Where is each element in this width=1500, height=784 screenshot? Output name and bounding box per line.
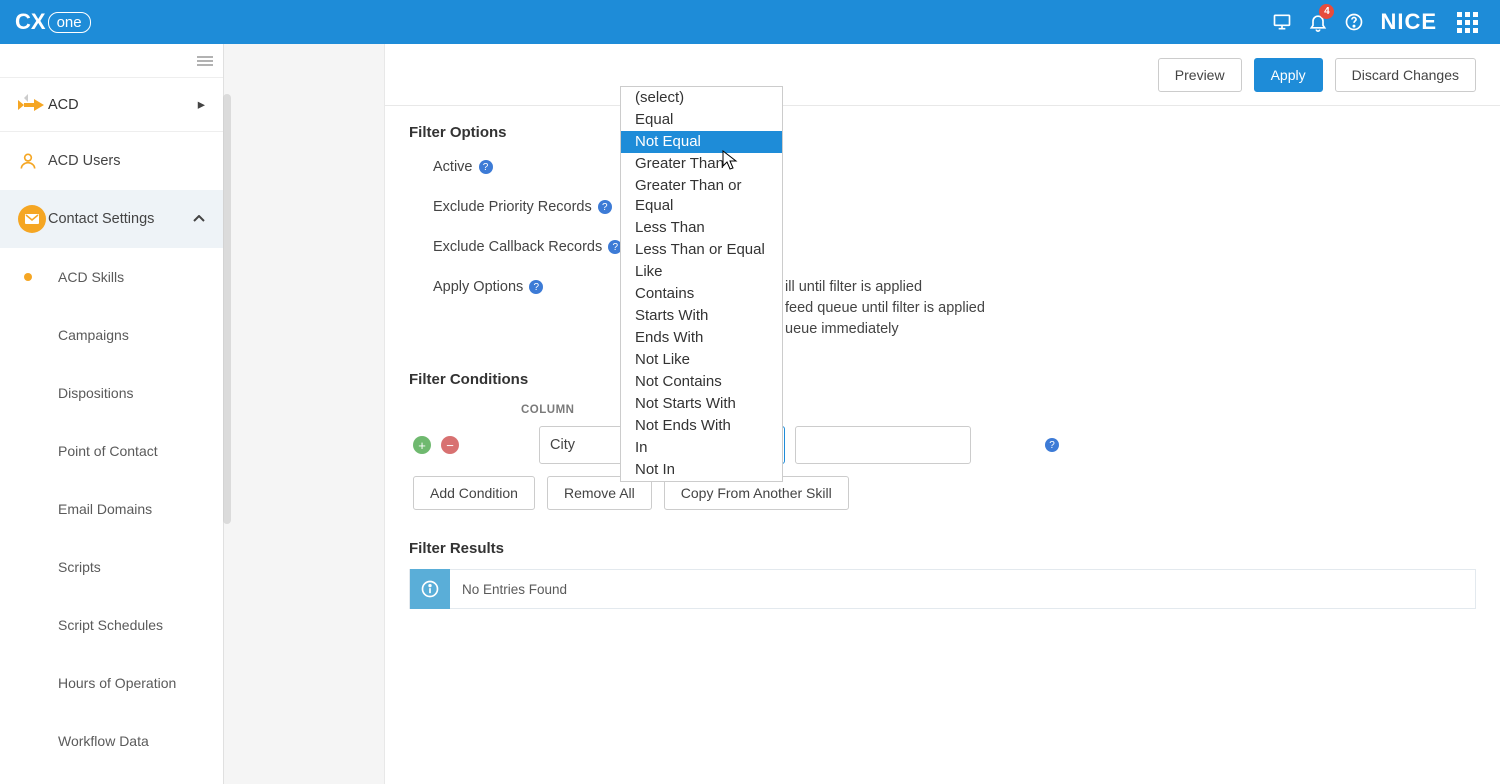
filter-options-title: Filter Options xyxy=(409,124,1476,141)
dropdown-option[interactable]: Not In xyxy=(621,459,782,481)
option-apply-options: Apply Options ? xyxy=(409,273,1476,367)
sidebar-scrollbar[interactable] xyxy=(223,94,231,524)
option-active: Active ? xyxy=(409,153,1476,193)
nav-contact-settings-label: Contact Settings xyxy=(48,211,154,227)
filter-results-box: No Entries Found xyxy=(409,569,1476,609)
nav-sub-scripts[interactable]: Scripts xyxy=(0,538,223,596)
help-icon[interactable]: ? xyxy=(1045,438,1059,452)
chevron-right-icon: ▸ xyxy=(198,97,205,113)
nav-contact-settings[interactable]: Contact Settings xyxy=(0,190,223,248)
dropdown-option[interactable]: Not Contains xyxy=(621,371,782,393)
notifications-icon[interactable]: 4 xyxy=(1300,0,1336,44)
filter-conditions-title: Filter Conditions xyxy=(409,371,1476,388)
top-actions: Preview Apply Discard Changes xyxy=(385,44,1500,106)
help-icon[interactable]: ? xyxy=(529,280,543,294)
no-entries-message: No Entries Found xyxy=(450,582,567,597)
notification-badge: 4 xyxy=(1319,4,1334,19)
discard-changes-button[interactable]: Discard Changes xyxy=(1335,58,1476,92)
apps-grid-icon[interactable] xyxy=(1449,0,1485,44)
logo-cxone[interactable]: CXone xyxy=(15,9,91,35)
add-row-button[interactable]: + xyxy=(413,436,431,454)
option-exclude-callback: Exclude Callback Records ? xyxy=(409,233,1476,273)
apply-option-2-partial: feed queue until filter is applied xyxy=(785,300,985,316)
filter-results-title: Filter Results xyxy=(409,540,1476,557)
remove-row-button[interactable]: − xyxy=(441,436,459,454)
dropdown-option[interactable]: Not Equal xyxy=(621,131,782,153)
dropdown-option[interactable]: Less Than or Equal xyxy=(621,239,782,261)
nav-sub-workflow-data[interactable]: Workflow Data xyxy=(0,712,223,770)
dropdown-option[interactable]: Contains xyxy=(621,283,782,305)
apply-button[interactable]: Apply xyxy=(1254,58,1323,92)
dropdown-option[interactable]: Greater Than xyxy=(621,153,782,175)
nav-sub-point-of-contact[interactable]: Point of Contact xyxy=(0,422,223,480)
nav-acd-users[interactable]: ACD Users xyxy=(0,132,223,190)
dropdown-option[interactable]: Equal xyxy=(621,109,782,131)
nav-sub-acd-skills[interactable]: ACD Skills xyxy=(0,248,223,306)
condition-row: + − City (select) xyxy=(409,422,1476,474)
brand-nice: NICE xyxy=(1380,9,1437,35)
nav-sub-hours-of-operation[interactable]: Hours of Operation xyxy=(0,654,223,712)
nav-acd-label: ACD xyxy=(48,97,79,113)
dropdown-option[interactable]: Less Than xyxy=(621,217,782,239)
top-bar: CXone 4 NICE xyxy=(0,0,1500,44)
value-input[interactable] xyxy=(795,426,971,464)
dropdown-option[interactable]: Not Ends With xyxy=(621,415,782,437)
operator-dropdown[interactable]: (select)EqualNot EqualGreater ThanGreate… xyxy=(620,86,783,482)
nav-sub-campaigns[interactable]: Campaigns xyxy=(0,306,223,364)
dropdown-option[interactable]: In xyxy=(621,437,782,459)
chevron-up-icon xyxy=(193,215,205,223)
dropdown-option[interactable]: Like xyxy=(621,261,782,283)
active-dot-icon xyxy=(24,273,32,281)
help-icon[interactable]: ? xyxy=(479,160,493,174)
dropdown-option[interactable]: Starts With xyxy=(621,305,782,327)
nav-sub-email-domains[interactable]: Email Domains xyxy=(0,480,223,538)
dropdown-option[interactable]: Greater Than or Equal xyxy=(621,175,782,217)
nav-acd-users-label: ACD Users xyxy=(48,153,121,169)
user-icon xyxy=(18,151,48,171)
contact-settings-icon xyxy=(18,205,48,233)
info-icon xyxy=(410,569,450,609)
option-exclude-priority: Exclude Priority Records ? xyxy=(409,193,1476,233)
apply-option-1-partial: ill until filter is applied xyxy=(785,279,922,295)
nav-acd[interactable]: ACD ▸ xyxy=(0,78,223,132)
acd-icon xyxy=(18,94,48,116)
dropdown-option[interactable]: Ends With xyxy=(621,327,782,349)
main-content: Preview Apply Discard Changes Filter Opt… xyxy=(384,44,1500,784)
dropdown-option[interactable]: (select) xyxy=(621,87,782,109)
nav-sub-dispositions[interactable]: Dispositions xyxy=(0,364,223,422)
dropdown-option[interactable]: Not Like xyxy=(621,349,782,371)
dropdown-option[interactable]: Not Starts With xyxy=(621,393,782,415)
preview-button[interactable]: Preview xyxy=(1158,58,1242,92)
help-icon[interactable] xyxy=(1336,0,1372,44)
monitor-icon[interactable] xyxy=(1264,0,1300,44)
help-icon[interactable]: ? xyxy=(598,200,612,214)
nav-sub-script-schedules[interactable]: Script Schedules xyxy=(0,596,223,654)
column-header: COLUMN xyxy=(521,404,574,416)
add-condition-button[interactable]: Add Condition xyxy=(413,476,535,510)
sidebar-collapse[interactable] xyxy=(0,44,223,78)
apply-option-3-partial: ueue immediately xyxy=(785,321,899,337)
sidebar: ACD ▸ ACD Users Contact Settings ACD Ski… xyxy=(0,44,224,784)
